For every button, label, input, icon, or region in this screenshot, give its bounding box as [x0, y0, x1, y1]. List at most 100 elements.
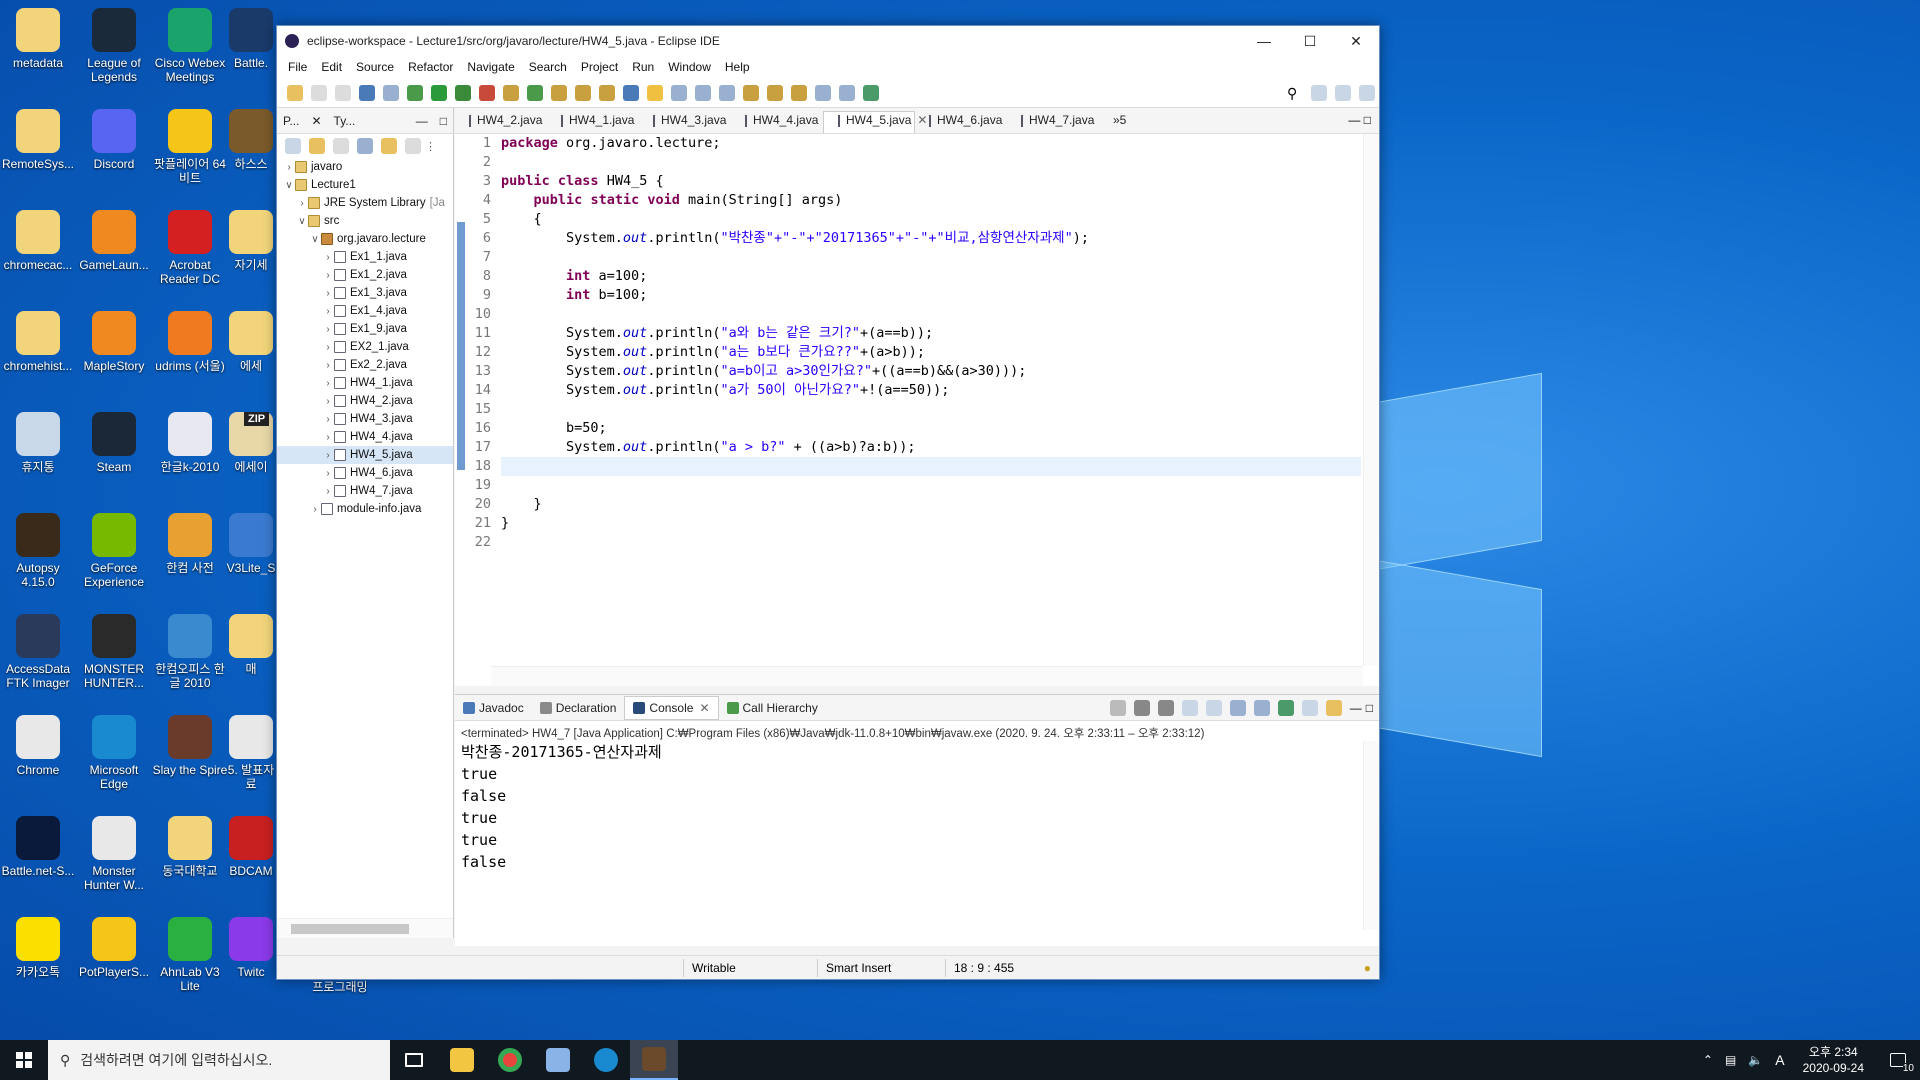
tree-item[interactable]: › module-info.java	[277, 500, 453, 518]
scroll-lock-icon[interactable]	[1205, 699, 1222, 716]
mark-occurrences-icon[interactable]	[647, 84, 663, 101]
block-select-icon[interactable]	[671, 84, 687, 101]
code-area[interactable]: 1 2 3 4 5 6 7 8 9 10 11 12 13 14 15 16 17 18 19 20 21 22 pack…	[455, 134, 1379, 666]
chevron-right-icon[interactable]: ›	[322, 270, 334, 281]
java-perspective-icon[interactable]	[1335, 84, 1351, 101]
prev-edit-icon[interactable]	[767, 84, 783, 101]
tree-item[interactable]: ∨ Lecture1	[277, 176, 453, 194]
desktop-icon[interactable]: Autopsy 4.15.0	[0, 513, 76, 589]
up-icon[interactable]	[333, 138, 349, 154]
debug-perspective-icon[interactable]	[1359, 84, 1375, 101]
code-line[interactable]: int b=100;	[501, 286, 1361, 305]
code-line[interactable]	[501, 533, 1361, 552]
external-tools-icon[interactable]	[863, 84, 879, 101]
chevron-right-icon[interactable]: ›	[322, 306, 334, 317]
desktop-icon[interactable]: Chrome	[0, 715, 76, 777]
chevron-right-icon[interactable]: ›	[309, 504, 321, 515]
console-vertical-scrollbar[interactable]	[1363, 741, 1379, 930]
desktop-icon[interactable]: 매	[226, 614, 276, 676]
link-editor-icon[interactable]	[381, 138, 397, 154]
code-lines[interactable]: package org.javaro.lecture; public class…	[501, 134, 1361, 552]
chevron-right-icon[interactable]: ›	[322, 288, 334, 299]
taskbar-search[interactable]: ⚲ 검색하려면 여기에 입력하십시오.	[48, 1040, 390, 1080]
chevron-right-icon[interactable]: ›	[322, 360, 334, 371]
minimize-view-button[interactable]: —	[1350, 701, 1362, 715]
chevron-right-icon[interactable]: ›	[322, 450, 334, 461]
editor-vertical-scrollbar[interactable]	[1363, 134, 1379, 666]
tree-item[interactable]: › Ex1_9.java	[277, 320, 453, 338]
desktop-icon[interactable]: 5. 발표자료	[226, 715, 276, 791]
close-button[interactable]: ✕	[1333, 26, 1379, 56]
desktop-icon[interactable]: 자기세	[226, 210, 276, 272]
new-package-icon[interactable]	[503, 84, 519, 101]
chevron-right-icon[interactable]: ›	[322, 252, 334, 263]
tree-horizontal-scrollbar[interactable]	[277, 918, 453, 938]
show-output-icon[interactable]	[1253, 699, 1270, 716]
desktop-icon[interactable]: PotPlayerS...	[76, 917, 152, 979]
code-line[interactable]: System.out.println("박찬종"+"-"+"20171365"+…	[501, 229, 1361, 248]
code-line[interactable]: System.out.println("a와 b는 같은 크기?"+(a==b)…	[501, 324, 1361, 343]
view-menu-icon[interactable]: ⋮	[425, 140, 436, 153]
start-button[interactable]	[0, 1040, 48, 1080]
tree-item[interactable]: › HW4_6.java	[277, 464, 453, 482]
code-line[interactable]: System.out.println("a는 b보다 큰가요??"+(a>b))…	[501, 343, 1361, 362]
chevron-right-icon[interactable]: ›	[322, 342, 334, 353]
remove-launch-icon[interactable]	[1133, 699, 1150, 716]
desktop-icon[interactable]: Monster Hunter W...	[76, 816, 152, 892]
desktop-icon[interactable]: 에세	[226, 311, 276, 373]
chrome-app[interactable]	[486, 1040, 534, 1080]
chevron-right-icon[interactable]: ›	[322, 414, 334, 425]
tab-type-hierarchy[interactable]: Ty...	[328, 114, 362, 128]
word-wrap-icon[interactable]	[1229, 699, 1246, 716]
code-line[interactable]	[501, 400, 1361, 419]
maximize-view-button[interactable]: □	[434, 114, 453, 128]
menu-run[interactable]: Run	[625, 60, 661, 74]
open-perspective-icon[interactable]	[1311, 84, 1327, 101]
desktop-icon[interactable]: 휴지통	[0, 412, 76, 474]
debug-icon[interactable]	[407, 84, 423, 101]
editor-tab[interactable]: HW4_7.java	[1007, 111, 1099, 133]
desktop-icon[interactable]: Battle.net-S...	[0, 816, 76, 878]
code-line[interactable]: {	[501, 210, 1361, 229]
tree-item[interactable]: › HW4_5.java	[277, 446, 453, 464]
maximize-view-button[interactable]: □	[1366, 701, 1373, 715]
file-explorer-app[interactable]	[438, 1040, 486, 1080]
editor-tab[interactable]: HW4_2.java	[455, 111, 547, 133]
maximize-button[interactable]: ☐	[1287, 26, 1333, 56]
clock[interactable]: 오후 2:34 2020-09-24	[1791, 1044, 1876, 1076]
show-hidden-icons[interactable]: ⌃	[1697, 1053, 1719, 1067]
chevron-down-icon[interactable]: ∨	[283, 180, 295, 191]
open-console-icon[interactable]	[1325, 699, 1342, 716]
code-line[interactable]	[501, 305, 1361, 324]
desktop-icon[interactable]: Acrobat Reader DC	[152, 210, 228, 286]
code-line[interactable]: System.out.println("a=b이고 a>30인가요?"+((a=…	[501, 362, 1361, 381]
tree-item[interactable]: › EX2_1.java	[277, 338, 453, 356]
desktop-icon[interactable]: MapleStory	[76, 311, 152, 373]
tab-package-explorer[interactable]: P...	[277, 114, 305, 128]
run-last-icon[interactable]	[455, 84, 471, 101]
close-icon[interactable]: ✕	[699, 701, 709, 715]
tree-item[interactable]: › HW4_2.java	[277, 392, 453, 410]
clear-console-icon[interactable]	[1181, 699, 1198, 716]
menu-search[interactable]: Search	[522, 60, 574, 74]
desktop-icon[interactable]: GameLaun...	[76, 210, 152, 272]
chevron-down-icon[interactable]: ∨	[296, 216, 308, 227]
desktop-icon[interactable]: MONSTER HUNTER...	[76, 614, 152, 690]
menu-edit[interactable]: Edit	[314, 60, 349, 74]
code-line[interactable]: public static void main(String[] args)	[501, 191, 1361, 210]
desktop-icon[interactable]: 팟플레이어 64 비트	[152, 109, 228, 185]
desktop-icon[interactable]: udrims (서울)	[152, 311, 228, 373]
code-line[interactable]	[501, 248, 1361, 267]
desktop-icon[interactable]: V3Lite_S	[226, 513, 276, 575]
desktop-icon[interactable]: 한컴 사전	[152, 513, 228, 575]
desktop-icon[interactable]: Discord	[76, 109, 152, 171]
new-icon[interactable]	[287, 84, 303, 101]
code-line[interactable]: int a=100;	[501, 267, 1361, 286]
editor-tab[interactable]: HW4_6.java	[915, 111, 1007, 133]
code-line[interactable]	[501, 476, 1361, 495]
chevron-right-icon[interactable]: ›	[322, 324, 334, 335]
tree-item[interactable]: › Ex1_4.java	[277, 302, 453, 320]
tab-overflow-button[interactable]: »5	[1099, 111, 1136, 133]
desktop-icon[interactable]: Slay the Spire	[152, 715, 228, 777]
eclipse-app[interactable]	[630, 1040, 678, 1080]
